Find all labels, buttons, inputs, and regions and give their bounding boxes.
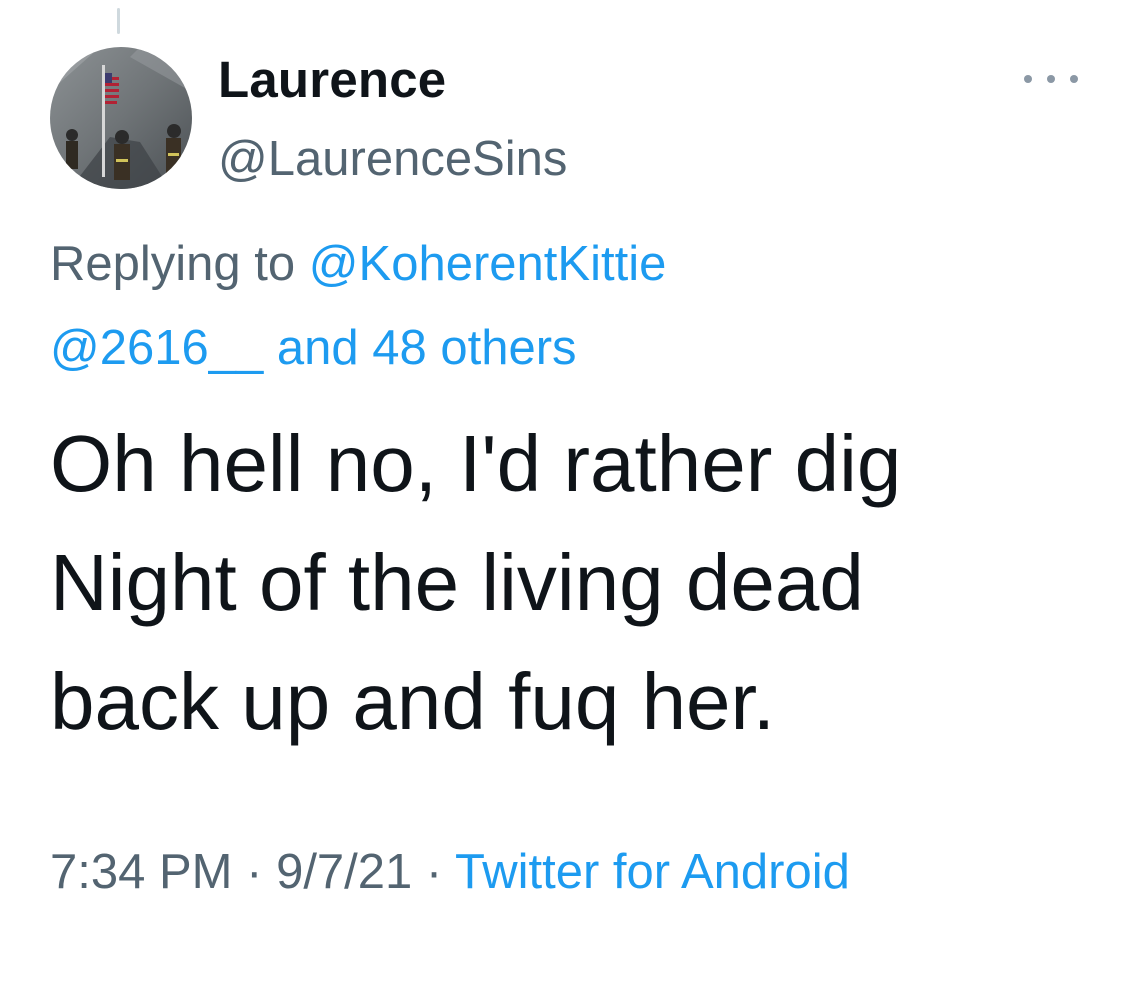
- author-handle[interactable]: @LaurenceSins: [218, 130, 567, 188]
- mention-koherentkittie[interactable]: @KoherentKittie: [309, 237, 667, 291]
- avatar[interactable]: [50, 47, 192, 189]
- more-options-icon[interactable]: [1024, 66, 1078, 92]
- tweet-body-text: Oh hell no, I'd rather dig Night of the …: [50, 419, 902, 746]
- author-display-name[interactable]: Laurence: [218, 50, 446, 110]
- mention-2616[interactable]: @2616__: [50, 321, 263, 375]
- tweet-time[interactable]: 7:34 PM: [50, 845, 232, 899]
- others-link[interactable]: and 48 others: [277, 321, 577, 375]
- more-dot: [1047, 75, 1055, 83]
- tweet-metadata: 7:34 PM · 9/7/21 · Twitter for Android: [50, 830, 1090, 914]
- avatar-photo-icon: [50, 47, 192, 189]
- more-dot: [1024, 75, 1032, 83]
- tweet-source-link[interactable]: Twitter for Android: [455, 845, 850, 899]
- replying-to-label: Replying to: [50, 237, 296, 291]
- replying-to-context: Replying to @KoherentKittie @2616__ and …: [50, 222, 1090, 390]
- meta-separator: ·: [246, 845, 263, 899]
- thread-connector-line: [117, 8, 120, 34]
- more-dot: [1070, 75, 1078, 83]
- meta-separator: ·: [425, 845, 443, 899]
- tweet-date[interactable]: 9/7/21: [276, 845, 412, 899]
